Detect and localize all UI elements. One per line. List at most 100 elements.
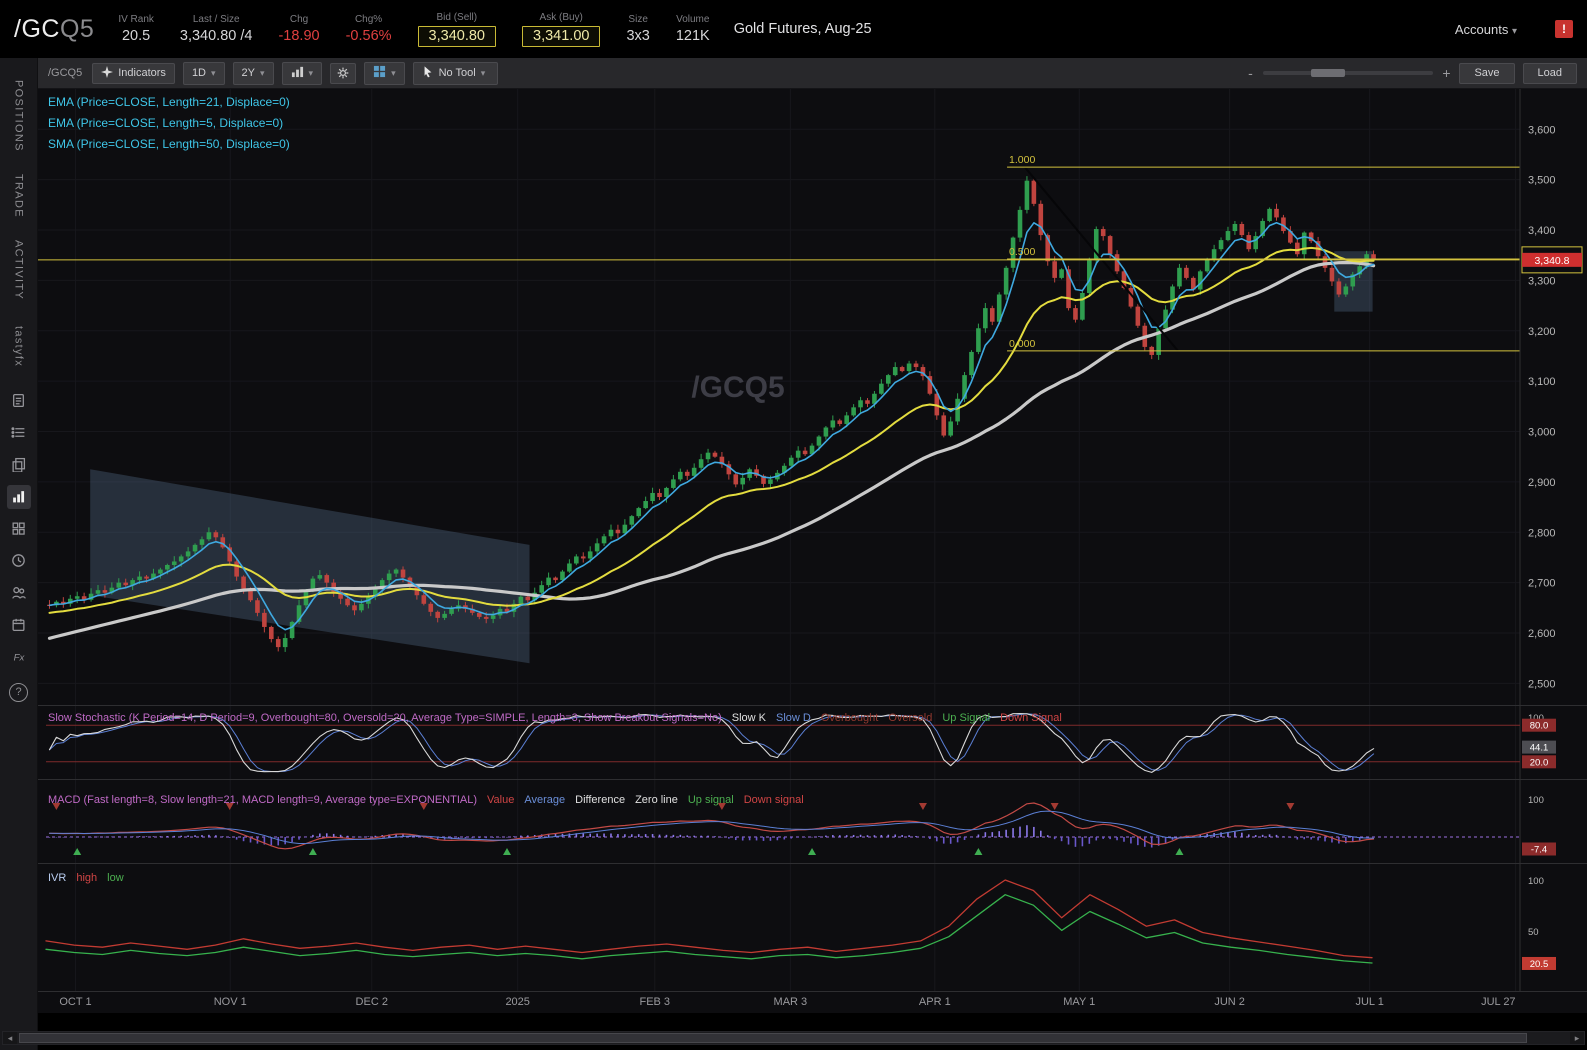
- field-label: Last / Size: [180, 14, 253, 25]
- fib-level-label: 0.000: [1009, 338, 1035, 350]
- ivr-pane: [46, 880, 1372, 963]
- contract-description: Gold Futures, Aug-25: [734, 21, 872, 37]
- svg-text:2,700: 2,700: [1528, 578, 1556, 590]
- svg-text:3,340.8: 3,340.8: [1534, 255, 1569, 267]
- quote-header: /GCQ5 IV Rank20.5 Last / Size3,340.80 /4 C…: [0, 0, 1587, 58]
- svg-text:3,500: 3,500: [1528, 175, 1556, 187]
- svg-text:100: 100: [1528, 876, 1544, 887]
- alert-badge[interactable]: !: [1555, 20, 1573, 38]
- price-chart-svg[interactable]: /GCQ51.0000.5000.0003,6003,5003,4003,300…: [38, 89, 1587, 1013]
- fib-level-label: 0.500: [1009, 246, 1035, 258]
- watchlist-icon[interactable]: [7, 421, 31, 445]
- field-label: Bid (Sell): [418, 12, 496, 23]
- field-label: Ask (Buy): [522, 12, 600, 23]
- quote-field-last-size: Last / Size3,340.80 /4: [180, 14, 253, 44]
- accounts-menu[interactable]: Accounts ▾: [1455, 22, 1517, 37]
- scroll-right-arrow[interactable]: ▸: [1570, 1033, 1584, 1044]
- range-value: 2Y: [242, 67, 255, 79]
- help-icon[interactable]: ?: [9, 683, 28, 702]
- quote-field-ask-buy-[interactable]: Ask (Buy) 3,341.00: [522, 12, 600, 47]
- drawing-tool-select[interactable]: No Tool ▾: [413, 62, 499, 85]
- chart-toolbar: /GCQ5 Indicators 1D ▾ 2Y ▾ ▾ ▾ No Tool ▾ -…: [38, 58, 1587, 89]
- quote-fields: IV Rank20.5 Last / Size3,340.80 /4 Chg -18.…: [118, 12, 709, 47]
- orders-icon[interactable]: [7, 453, 31, 477]
- field-value: 20.5: [118, 28, 154, 44]
- chart-area[interactable]: /GCQ51.0000.5000.0003,6003,5003,4003,300…: [38, 89, 1587, 1013]
- quote-field-bid-sell-[interactable]: Bid (Sell) 3,340.80: [418, 12, 496, 47]
- field-value[interactable]: 3,341.00: [522, 26, 600, 47]
- sidebar-icon-rail: Fx: [7, 389, 31, 669]
- date-axis-label: MAR 3: [774, 996, 808, 1008]
- scrollbar-track[interactable]: [17, 1032, 1570, 1044]
- field-value: -0.56%: [346, 28, 392, 44]
- macd-pane: [46, 803, 1520, 855]
- quote-field-size: Size 3x3: [626, 14, 649, 44]
- date-axis-label: MAY 1: [1063, 996, 1095, 1008]
- svg-text:20.5: 20.5: [1530, 959, 1549, 970]
- svg-text:3,000: 3,000: [1528, 427, 1556, 439]
- sidebar-tab-positions[interactable]: POSITIONS: [13, 80, 25, 152]
- scrollbar-thumb[interactable]: [19, 1033, 1527, 1043]
- date-axis-label: JUL 1: [1355, 996, 1383, 1008]
- timeframe-select[interactable]: 1D ▾: [183, 62, 225, 85]
- field-label: Chg: [278, 14, 319, 25]
- symbol-title: /GCQ5: [14, 15, 94, 44]
- tool-value: No Tool: [439, 67, 476, 79]
- quote-field-volume: Volume121K: [676, 14, 710, 44]
- svg-text:3,400: 3,400: [1528, 225, 1556, 237]
- followers-icon[interactable]: [7, 581, 31, 605]
- indicators-button[interactable]: Indicators: [92, 63, 175, 84]
- field-value: -18.90: [278, 28, 319, 44]
- calendar-icon[interactable]: [7, 613, 31, 637]
- timeframe-value: 1D: [192, 67, 206, 79]
- grid-layout-icon: [373, 65, 386, 81]
- chart-icon[interactable]: [7, 485, 31, 509]
- svg-text:2,800: 2,800: [1528, 527, 1556, 539]
- chevron-down-icon: ▾: [309, 68, 314, 79]
- date-axis-label: NOV 1: [214, 996, 247, 1008]
- date-axis-label: APR 1: [919, 996, 951, 1008]
- svg-text:3,600: 3,600: [1528, 124, 1556, 136]
- cursor-icon: [422, 65, 434, 81]
- zoom-slider-thumb[interactable]: [1311, 69, 1345, 77]
- zoom-slider[interactable]: [1263, 71, 1433, 75]
- svg-text:-7.4: -7.4: [1531, 845, 1547, 856]
- range-select[interactable]: 2Y ▾: [233, 62, 274, 85]
- field-value[interactable]: 3,340.80: [418, 26, 496, 47]
- load-button[interactable]: Load: [1523, 63, 1577, 84]
- date-axis-label: JUN 2: [1214, 996, 1245, 1008]
- scroll-left-arrow[interactable]: ◂: [3, 1033, 17, 1044]
- fx-icon[interactable]: Fx: [7, 645, 31, 669]
- chevron-down-icon: ▾: [260, 68, 265, 79]
- svg-text:Fx: Fx: [14, 653, 26, 664]
- grid-icon[interactable]: [7, 517, 31, 541]
- field-label: Volume: [676, 14, 710, 25]
- sidebar-tab-activity[interactable]: ACTIVITY: [13, 240, 25, 300]
- field-value: 3x3: [626, 28, 649, 44]
- settings-gear-icon[interactable]: [330, 63, 356, 84]
- zoom-out-button[interactable]: -: [1245, 65, 1255, 81]
- horizontal-scrollbar[interactable]: ◂ ▸: [2, 1031, 1585, 1045]
- chart-type-select[interactable]: ▾: [282, 62, 323, 85]
- sidebar-tab-trade[interactable]: TRADE: [13, 174, 25, 218]
- quote-field-chg-: Chg%-0.56%: [346, 14, 392, 44]
- fib-retracement-drawing: [1007, 167, 1520, 351]
- date-axis-label: FEB 3: [639, 996, 670, 1008]
- zoom-in-button[interactable]: +: [1441, 65, 1451, 81]
- sidebar-tab-tastyfx[interactable]: tastyfx: [13, 326, 25, 367]
- svg-text:3,100: 3,100: [1528, 376, 1556, 388]
- svg-text:2,600: 2,600: [1528, 628, 1556, 640]
- left-sidebar: POSITIONS TRADE ACTIVITY tastyfx Fx ?: [0, 58, 38, 1050]
- svg-text:2,900: 2,900: [1528, 477, 1556, 489]
- layout-grid-select[interactable]: ▾: [364, 62, 405, 85]
- save-button[interactable]: Save: [1459, 63, 1514, 84]
- chevron-down-icon: ▾: [211, 68, 216, 79]
- chevron-down-icon: ▾: [1512, 26, 1517, 37]
- quote-field-iv-rank: IV Rank20.5: [118, 14, 154, 44]
- chevron-down-icon: ▾: [481, 68, 486, 79]
- journal-icon[interactable]: [7, 389, 31, 413]
- field-label: Size: [626, 14, 649, 25]
- toolbar-symbol: /GCQ5: [48, 67, 82, 79]
- history-icon[interactable]: [7, 549, 31, 573]
- fib-level-label: 1.000: [1009, 154, 1035, 166]
